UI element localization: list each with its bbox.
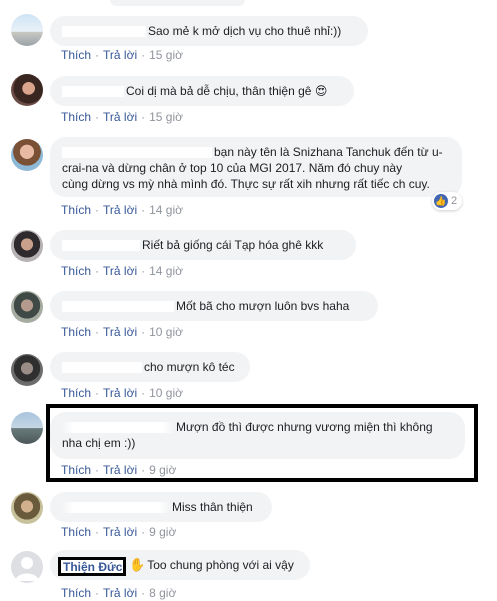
comment-text: Coi dị mà bả dễ chịu, thân thiện gê: [126, 84, 312, 98]
comment-bubble: Sao mẻ k mở dịch vụ cho thuê nhỉ:)): [50, 16, 368, 46]
like-link[interactable]: Thích: [61, 203, 91, 217]
comment-bubble: cho mượn kô téc: [50, 352, 250, 382]
comment-text: Sao mẻ k mở dịch vụ cho thuê nhỉ:)): [148, 24, 342, 38]
comment-text-line-3: cùng dừng vs mỳ nhà mình đó. Thực sự rất…: [62, 177, 430, 191]
comment-actions: Thích · Trả lời · 15 giờ: [61, 110, 183, 124]
avatar[interactable]: [11, 291, 43, 323]
comment-actions: Thích · Trả lời · 10 giờ: [61, 386, 183, 400]
like-link[interactable]: Thích: [61, 586, 91, 600]
commenter-name[interactable]: Thiện Đức: [63, 559, 123, 575]
heart-eyes-emoji: 😍: [314, 84, 328, 98]
like-link[interactable]: Thích: [61, 264, 91, 278]
like-link[interactable]: Thích: [61, 48, 91, 62]
avatar[interactable]: [11, 139, 43, 171]
timestamp[interactable]: 15 giờ: [149, 48, 183, 62]
reply-link[interactable]: Trả lời: [103, 325, 137, 339]
comment-actions: Thích · Trả lời · 14 giờ: [61, 203, 183, 217]
timestamp[interactable]: 8 giờ: [149, 586, 176, 600]
comment-actions: Thích · Trả lời · 14 giờ: [61, 264, 183, 278]
comment-bubble: Mượn đồ thì được nhưng vương miện thì kh…: [50, 412, 465, 459]
comment-actions: Thích · Trả lời · 9 giờ: [61, 525, 177, 539]
avatar[interactable]: [11, 14, 43, 46]
reply-link[interactable]: Trả lời: [103, 525, 137, 539]
avatar[interactable]: [11, 492, 43, 524]
commenter-name-redacted[interactable]: [62, 86, 124, 98]
comment-text-line-2: nha chị em :)): [62, 436, 136, 450]
reaction-count[interactable]: 👍 2: [432, 192, 463, 210]
like-link[interactable]: Thích: [61, 463, 91, 477]
timestamp[interactable]: 14 giờ: [149, 203, 183, 217]
commenter-name-redacted[interactable]: [62, 301, 174, 313]
like-link[interactable]: Thích: [61, 325, 91, 339]
reply-link[interactable]: Trả lời: [103, 110, 137, 124]
comment-text-line-1: Mượn đồ thì được nhưng vương miện thì kh…: [176, 420, 433, 434]
like-link[interactable]: Thích: [61, 110, 91, 124]
timestamp[interactable]: 9 giờ: [149, 463, 176, 477]
commenter-name-redacted[interactable]: [62, 422, 174, 434]
comment-bubble: Mốt bã cho mượn luôn bvs haha: [50, 291, 378, 321]
timestamp[interactable]: 9 giờ: [149, 525, 176, 539]
reply-link[interactable]: Trả lời: [103, 48, 137, 62]
comment-text: Riết bả giống cái Tạp hóa ghê kkk: [142, 238, 324, 252]
commenter-name-redacted[interactable]: [62, 502, 170, 514]
comment-bubble: Miss thân thiện: [50, 492, 272, 522]
reply-link[interactable]: Trả lời: [103, 203, 137, 217]
previous-comment-edge: [110, 0, 245, 6]
commenter-name-redacted[interactable]: [62, 26, 146, 38]
comment-text-line-2: crai-na và dừng chân ở top 10 của MGI 20…: [62, 161, 403, 175]
like-link[interactable]: Thích: [61, 386, 91, 400]
comment-text: Miss thân thiện: [172, 500, 253, 514]
comment-text: Too chung phòng với ai vậy: [147, 558, 294, 572]
avatar[interactable]: [11, 412, 43, 444]
commenter-name-redacted[interactable]: [62, 362, 142, 374]
commenter-name-redacted[interactable]: [62, 240, 140, 252]
wave-hand-icon: ✋: [129, 557, 146, 572]
highlighted-name-box: Thiện Đức: [58, 557, 126, 576]
comment-actions: Thích · Trả lời · 8 giờ: [61, 586, 177, 600]
comment-bubble: bạn này tên là Snizhana Tanchuk đến từ u…: [50, 137, 462, 197]
timestamp[interactable]: 14 giờ: [149, 264, 183, 278]
reply-link[interactable]: Trả lời: [103, 463, 137, 477]
reply-link[interactable]: Trả lời: [103, 264, 137, 278]
avatar[interactable]: [11, 551, 43, 583]
comment-text-line-1: bạn này tên là Snizhana Tanchuk đến từ u…: [214, 145, 443, 159]
timestamp[interactable]: 10 giờ: [149, 386, 183, 400]
comment-actions: Thích · Trả lời · 9 giờ: [61, 463, 177, 477]
avatar[interactable]: [11, 354, 43, 386]
avatar[interactable]: [11, 74, 43, 106]
avatar[interactable]: [11, 230, 43, 262]
commenter-name-redacted[interactable]: [62, 147, 212, 159]
comment-actions: Thích · Trả lời · 15 giờ: [61, 48, 183, 62]
timestamp[interactable]: 10 giờ: [149, 325, 183, 339]
timestamp[interactable]: 15 giờ: [149, 110, 183, 124]
comment-text: cho mượn kô téc: [144, 360, 235, 374]
reply-link[interactable]: Trả lời: [103, 586, 137, 600]
comment-bubble: Coi dị mà bả dễ chịu, thân thiện gê 😍: [50, 76, 354, 106]
reply-link[interactable]: Trả lời: [103, 386, 137, 400]
comment-text: Mốt bã cho mượn luôn bvs haha: [176, 299, 350, 313]
like-link[interactable]: Thích: [61, 525, 91, 539]
comment-bubble: Riết bả giống cái Tạp hóa ghê kkk: [50, 230, 356, 260]
comment-actions: Thích · Trả lời · 10 giờ: [61, 325, 183, 339]
default-avatar-icon: [15, 557, 39, 581]
like-reaction-icon: 👍: [434, 194, 448, 208]
